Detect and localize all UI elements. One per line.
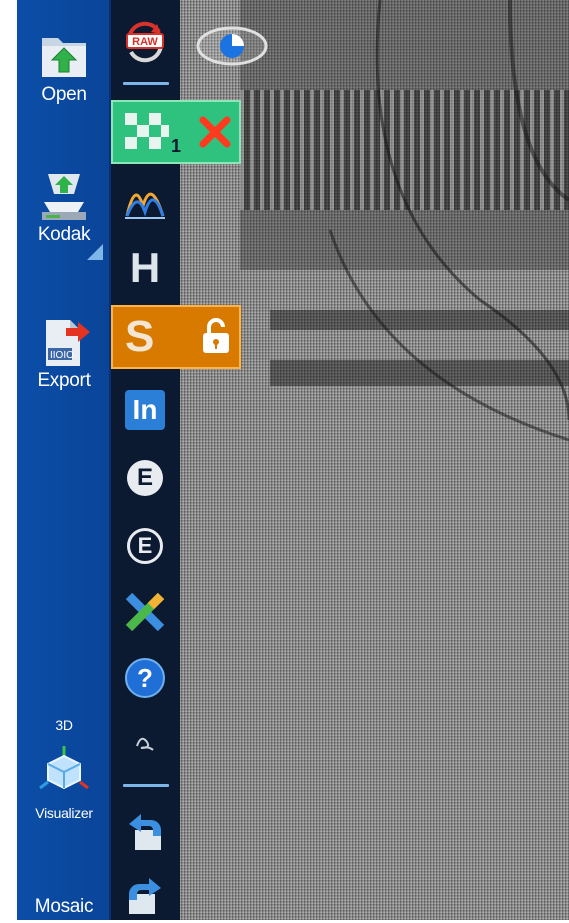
svg-text:IIOIO: IIOIO: [50, 350, 74, 361]
export-label: Export: [37, 370, 91, 391]
raw-button[interactable]: RAW: [121, 18, 169, 66]
help-icon: ?: [125, 658, 165, 698]
kodak-button[interactable]: Kodak: [17, 168, 111, 260]
visualizer-3d-badge: 3D: [55, 717, 73, 733]
eye-icon: [196, 26, 268, 66]
undo-icon: [129, 814, 161, 850]
mosaic-label: Mosaic: [34, 896, 94, 917]
undo-button[interactable]: [121, 806, 169, 854]
h-icon: H: [129, 244, 161, 291]
s-overlay[interactable]: S: [111, 305, 241, 369]
main-toolbar: Open Kodak IIOIO Export 3D Visualizer Mo…: [17, 0, 111, 920]
visualizer-label: Visualizer: [35, 805, 93, 821]
mosaic-button[interactable]: Mosaic: [17, 896, 111, 918]
e-circle-button[interactable]: E: [121, 454, 169, 502]
open-label: Open: [41, 84, 87, 105]
scanner-icon: [36, 168, 92, 224]
redo-icon: [129, 878, 161, 914]
visualizer-button[interactable]: 3D Visualizer: [17, 714, 111, 824]
kodak-label: Kodak: [37, 224, 91, 245]
unlock-icon[interactable]: [199, 317, 233, 357]
redo-button[interactable]: [121, 870, 169, 918]
separator: [123, 82, 169, 85]
export-button[interactable]: IIOIO Export: [17, 314, 111, 392]
e-bracket-button[interactable]: E: [121, 522, 169, 570]
help-button[interactable]: ?: [121, 654, 169, 702]
checkerboard-icon: [125, 113, 169, 149]
excel-icon: [125, 592, 165, 632]
linkedin-button[interactable]: In: [121, 386, 169, 434]
raw-label: RAW: [132, 36, 158, 48]
view-toggle-button[interactable]: [195, 22, 269, 70]
export-icon: IIOIO: [36, 314, 92, 370]
signature-button[interactable]: [121, 716, 169, 764]
folder-open-icon: [36, 28, 92, 84]
linkedin-icon: In: [125, 390, 165, 430]
tile-overlay[interactable]: 1: [111, 100, 241, 164]
tile-count-badge: 1: [171, 136, 182, 156]
cube-3d-icon: [36, 742, 92, 798]
e-bracket-icon: E: [127, 528, 163, 564]
e-circle-icon: E: [127, 460, 163, 496]
open-button[interactable]: Open: [17, 28, 111, 106]
s-icon: S: [125, 312, 155, 361]
curve-icon: [125, 192, 165, 219]
signature-icon: [136, 737, 154, 751]
h-button[interactable]: H: [121, 244, 169, 292]
expand-corner-icon: [87, 244, 103, 260]
close-icon[interactable]: [197, 114, 233, 150]
curve-button[interactable]: [121, 176, 169, 224]
raw-refresh-icon: RAW: [126, 21, 164, 63]
separator: [123, 784, 169, 787]
excel-button[interactable]: [121, 588, 169, 636]
